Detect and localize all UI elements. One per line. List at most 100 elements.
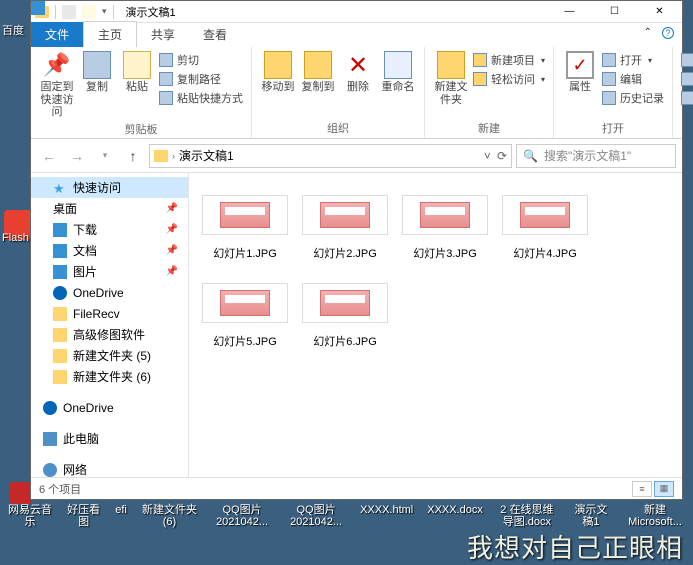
file-item[interactable]: 幻灯片3.JPG (401, 195, 489, 261)
sidebar-item-filerecv[interactable]: FileRecv (31, 303, 188, 324)
forward-button[interactable]: → (65, 144, 89, 168)
ribbon-tabs: 文件 主页 共享 查看 ⌃ ? (31, 23, 682, 47)
history-icon (602, 91, 616, 105)
addr-dropdown-icon[interactable]: ˅ (484, 149, 491, 163)
sidebar-item-thispc[interactable]: 此电脑 (31, 428, 188, 449)
pin-icon: 📌 (166, 203, 178, 214)
ribbon-collapse-icon[interactable]: ⌃ (644, 27, 652, 39)
file-pane[interactable]: 幻灯片1.JPG 幻灯片2.JPG 幻灯片3.JPG 幻灯片4.JPG 幻灯片5… (189, 173, 682, 477)
back-button[interactable]: ← (37, 144, 61, 168)
tab-file[interactable]: 文件 (31, 22, 83, 47)
sidebar-item-newfolder6[interactable]: 新建文件夹 (6) (31, 366, 188, 387)
status-count: 6 个项目 (39, 481, 81, 497)
sidebar-item-desktop[interactable]: 桌面📌 (31, 198, 188, 219)
task-item[interactable]: 网易云音乐 (8, 504, 52, 528)
rename-button[interactable]: 重命名 (378, 49, 418, 96)
view-details-button[interactable]: ≡ (632, 481, 652, 497)
copyto-button[interactable]: 复制到 (298, 49, 338, 96)
task-item[interactable]: 演示文稿1 (571, 504, 611, 528)
task-item[interactable]: QQ图片2021042... (212, 504, 272, 528)
copypath-button[interactable]: 复制路径 (157, 70, 245, 88)
group-label: 新建 (478, 120, 500, 136)
address-bar[interactable]: › 演示文稿1 ˅ ⟳ (149, 144, 512, 168)
edit-icon (602, 72, 616, 86)
newitem-button[interactable]: 新建项目▾ (471, 51, 547, 69)
jpg-thumb-icon (220, 290, 270, 316)
task-item[interactable]: XXXX.html (360, 504, 413, 516)
folder-icon (53, 328, 67, 342)
downloads-icon (53, 223, 67, 237)
file-item[interactable]: 幻灯片1.JPG (201, 195, 289, 261)
sidebar-item-documents[interactable]: 文档📌 (31, 240, 188, 261)
moveto-button[interactable]: 移动到 (258, 49, 298, 96)
open-button[interactable]: 打开▾ (600, 51, 666, 69)
refresh-button[interactable]: ⟳ (497, 149, 507, 163)
sidebar-item-newfolder5[interactable]: 新建文件夹 (5) (31, 345, 188, 366)
properties-button[interactable]: ✓ 属性 (560, 49, 600, 96)
pin-icon: 📌 (166, 266, 178, 277)
file-item[interactable]: 幻灯片2.JPG (301, 195, 389, 261)
jpg-thumb-icon (220, 202, 270, 228)
sidebar-item-downloads[interactable]: 下载📌 (31, 219, 188, 240)
task-item[interactable]: QQ图片2021042... (286, 504, 346, 528)
view-icons-button[interactable]: ▦ (654, 481, 674, 497)
task-item[interactable]: 新建文件夹 (6) (141, 504, 198, 528)
tab-home[interactable]: 主页 (83, 21, 137, 47)
copy-button[interactable]: 复制 (77, 49, 117, 96)
desktop-icon-red[interactable] (10, 482, 32, 504)
cut-button[interactable]: 剪切 (157, 51, 245, 69)
statusbar: 6 个项目 ≡ ▦ (31, 477, 682, 499)
minimize-button[interactable]: — (547, 1, 592, 23)
help-icon[interactable]: ? (662, 27, 674, 39)
paste-shortcut-button[interactable]: 粘贴快捷方式 (157, 89, 245, 107)
task-item[interactable]: 新建 Microsoft... (625, 504, 685, 528)
paste-button[interactable]: 粘贴 (117, 49, 157, 96)
easyaccess-icon (473, 72, 487, 86)
folder-icon (53, 349, 67, 363)
newfolder-button[interactable]: 新建文件夹 (431, 49, 471, 108)
sidebar-item-advedit[interactable]: 高级修图软件 (31, 324, 188, 345)
easyaccess-button[interactable]: 轻松访问▾ (471, 70, 547, 88)
sidebar-item-onedrive2[interactable]: OneDrive (31, 397, 188, 418)
search-input[interactable]: 🔍 搜索"演示文稿1" (516, 144, 676, 168)
sidebar-item-pictures[interactable]: 图片📌 (31, 261, 188, 282)
sidebar-item-onedrive[interactable]: OneDrive (31, 282, 188, 303)
file-item[interactable]: 幻灯片6.JPG (301, 283, 389, 349)
sidebar-item-quick[interactable]: ★快速访问 (31, 177, 188, 198)
invert-icon (681, 91, 693, 105)
delete-button[interactable]: ✕ 删除 (338, 49, 378, 96)
onedrive-icon (43, 401, 57, 415)
explorer-window: ▾ 演示文稿1 — ☐ ✕ 文件 主页 共享 查看 ⌃ ? 📌 固定到快速访问 (30, 0, 683, 500)
qat-icon[interactable] (82, 5, 96, 19)
delete-icon: ✕ (344, 51, 372, 79)
selectnone-icon (681, 72, 693, 86)
selectall-button[interactable]: 全部选择 (679, 51, 693, 69)
sidebar-item-network[interactable]: 网络 (31, 459, 188, 477)
tab-share[interactable]: 共享 (137, 22, 189, 47)
maximize-button[interactable]: ☐ (592, 1, 637, 23)
invert-button[interactable]: 反向选择 (679, 89, 693, 107)
task-item[interactable]: 2 在线思维导图.docx (497, 504, 557, 528)
history-button[interactable]: 历史记录 (600, 89, 666, 107)
selectnone-button[interactable]: 全部取消 (679, 70, 693, 88)
qat-icon[interactable] (62, 5, 76, 19)
pin-to-quick-button[interactable]: 📌 固定到快速访问 (37, 49, 77, 121)
jpg-thumb-icon (320, 202, 370, 228)
task-item[interactable]: XXXX.docx (427, 504, 483, 516)
star-icon: ★ (53, 181, 67, 195)
file-item[interactable]: 幻灯片4.JPG (501, 195, 589, 261)
jpg-thumb-icon (520, 202, 570, 228)
task-item[interactable]: efi (115, 504, 127, 516)
edit-button[interactable]: 编辑 (600, 70, 666, 88)
tab-view[interactable]: 查看 (189, 22, 241, 47)
properties-icon: ✓ (566, 51, 594, 79)
task-item[interactable]: 好压看图 (66, 504, 101, 528)
up-button[interactable]: ↑ (121, 144, 145, 168)
pc-icon (43, 432, 57, 446)
file-item[interactable]: 幻灯片5.JPG (201, 283, 289, 349)
close-button[interactable]: ✕ (637, 1, 682, 23)
moveto-icon (264, 51, 292, 79)
window-title: 演示文稿1 (126, 4, 176, 20)
pin-icon: 📌 (166, 224, 178, 235)
recent-button[interactable]: ▾ (93, 144, 117, 168)
